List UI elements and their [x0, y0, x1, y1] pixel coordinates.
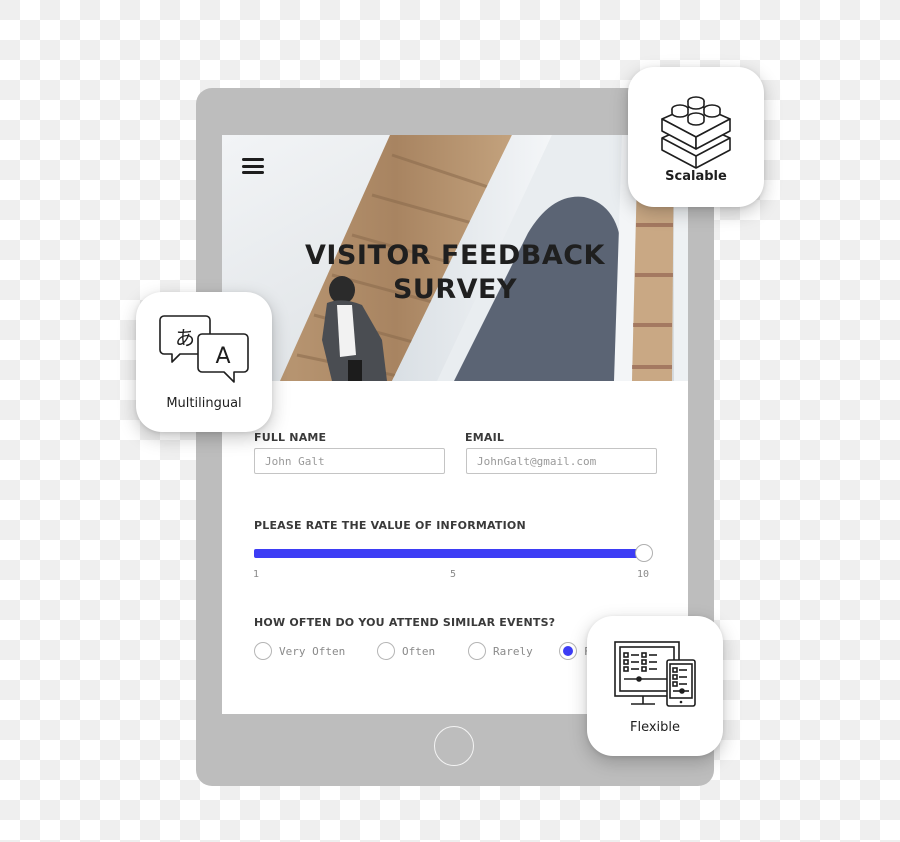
feature-label-flexible: Flexible	[629, 720, 681, 735]
radio-circle	[254, 642, 272, 660]
hamburger-menu-icon	[242, 158, 264, 161]
rating-tick-min: 1	[253, 569, 260, 580]
rating-label: PLEASE RATE THE VALUE OF INFORMATION	[254, 519, 526, 532]
feature-label-scalable: Scalable	[665, 169, 727, 184]
radio-circle-checked	[559, 642, 577, 660]
full-name-label: FULL NAME	[254, 431, 327, 444]
svg-text:A: A	[215, 344, 230, 369]
radio-rarely[interactable]: Rarely	[468, 642, 533, 660]
rating-slider[interactable]	[254, 544, 653, 562]
page-title: VISITOR FEEDBACK SURVEY	[305, 240, 605, 305]
radio-often[interactable]: Often	[377, 642, 435, 660]
svg-text:あ: あ	[175, 326, 195, 350]
menu-button[interactable]	[242, 158, 264, 174]
radio-very-often[interactable]: Very Often	[254, 642, 345, 660]
rating-slider-fill	[254, 549, 644, 558]
radio-option-4[interactable]: F	[559, 642, 591, 660]
lego-bricks-icon	[661, 96, 731, 169]
full-name-input[interactable]: John Galt	[254, 448, 445, 474]
feature-card-multilingual: あ A Multilingual	[136, 292, 272, 432]
home-button[interactable]	[434, 726, 474, 766]
feature-card-flexible: Flexible	[587, 616, 723, 756]
rating-tick-mid: 5	[450, 569, 457, 580]
feature-label-multilingual: Multilingual	[166, 396, 242, 411]
responsive-devices-icon	[614, 641, 696, 707]
attendance-label: HOW OFTEN DO YOU ATTEND SIMILAR EVENTS?	[254, 616, 556, 629]
email-input[interactable]: JohnGalt@gmail.com	[466, 448, 657, 474]
radio-circle	[377, 642, 395, 660]
rating-tick-max: 10	[637, 569, 650, 580]
translation-bubbles-icon: あ A	[159, 315, 249, 383]
hero-banner: VISITOR FEEDBACK SURVEY	[222, 135, 688, 381]
email-label: EMAIL	[465, 431, 505, 444]
rating-slider-thumb[interactable]	[635, 544, 653, 562]
feature-card-scalable: Scalable	[628, 67, 764, 207]
radio-circle	[468, 642, 486, 660]
